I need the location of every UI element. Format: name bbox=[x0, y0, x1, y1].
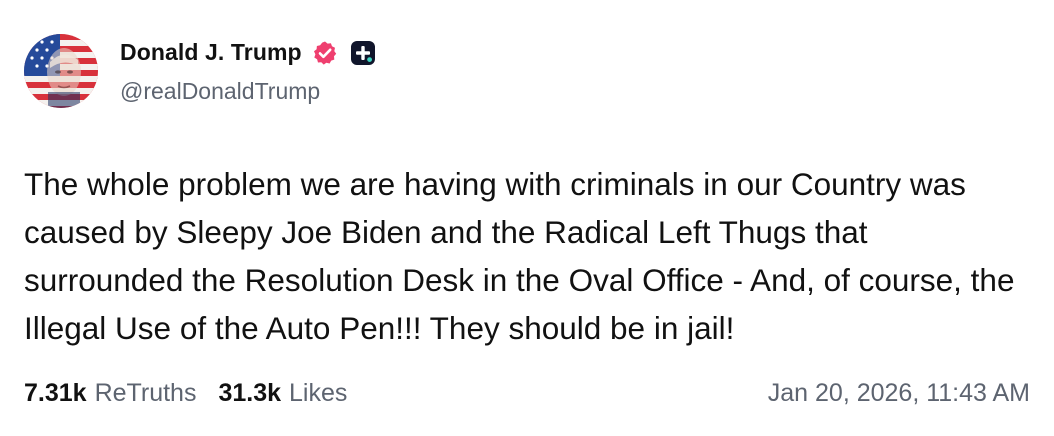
author-display-name[interactable]: Donald J. Trump bbox=[120, 39, 302, 66]
retruths-count: 7.31k bbox=[24, 378, 87, 407]
verified-badge-icon bbox=[312, 40, 338, 66]
post-footer: 7.31k ReTruths 31.3k Likes Jan 20, 2026,… bbox=[24, 376, 1030, 410]
name-row: Donald J. Trump bbox=[120, 38, 376, 68]
flag-portrait-avatar-icon bbox=[24, 34, 98, 108]
author-avatar[interactable] bbox=[24, 34, 98, 108]
retruths-stat[interactable]: 7.31k ReTruths bbox=[24, 379, 196, 408]
post-body-text: The whole problem we are having with cri… bbox=[24, 166, 1015, 346]
post-timestamp[interactable]: Jan 20, 2026, 11:43 AM bbox=[768, 379, 1030, 408]
retruths-label: ReTruths bbox=[94, 378, 197, 407]
likes-count: 31.3k bbox=[218, 378, 282, 407]
truth-post-card: Donald J. Trump @realDonaldTrump The who… bbox=[0, 0, 1054, 436]
post-header: Donald J. Trump @realDonaldTrump bbox=[24, 34, 376, 108]
plus-badge-icon bbox=[350, 40, 376, 66]
likes-stat[interactable]: 31.3k Likes bbox=[218, 379, 347, 408]
author-handle[interactable]: @realDonaldTrump bbox=[120, 78, 376, 105]
author-identity: Donald J. Trump @realDonaldTrump bbox=[120, 38, 376, 105]
likes-label: Likes bbox=[289, 378, 348, 407]
